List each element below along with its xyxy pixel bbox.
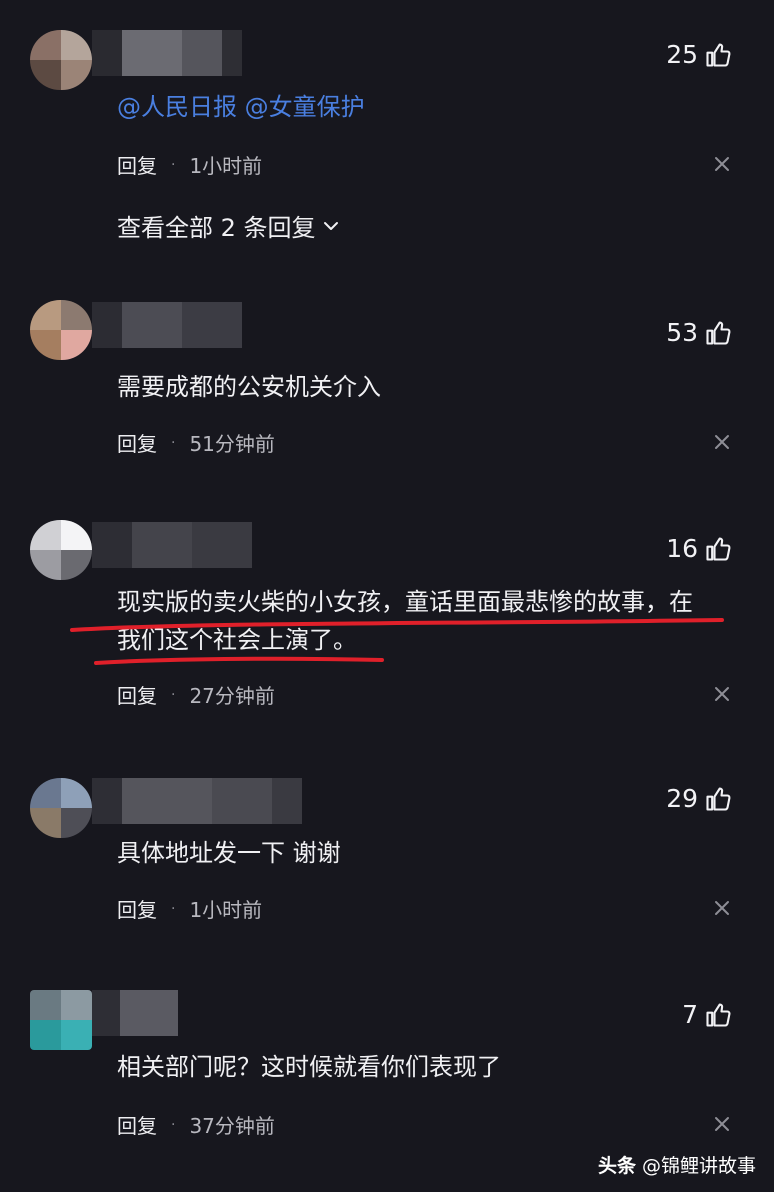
watermark: 头条 @锦鲤讲故事 <box>598 1151 756 1178</box>
thumbs-up-icon <box>704 1001 732 1029</box>
username-blurred[interactable] <box>92 990 178 1036</box>
like-button[interactable]: 29 <box>666 784 732 813</box>
red-underline-annotation <box>70 618 724 665</box>
avatar[interactable] <box>30 30 92 90</box>
watermark-brand: 头条 <box>597 1155 636 1177</box>
close-button[interactable] <box>712 898 732 918</box>
like-button[interactable]: 16 <box>666 534 732 563</box>
close-icon <box>712 898 732 918</box>
reply-button[interactable]: 回复 <box>117 680 157 709</box>
thumbs-up-icon <box>704 785 732 813</box>
separator-dot: · <box>171 1116 176 1133</box>
close-button[interactable] <box>712 154 732 174</box>
thumbs-up-icon <box>704 535 732 563</box>
like-count: 16 <box>666 534 698 563</box>
comment-time: 37分钟前 <box>189 1114 275 1138</box>
close-icon <box>712 1114 732 1134</box>
comment-meta: 回复 · 37分钟前 <box>117 1110 275 1139</box>
reply-button[interactable]: 回复 <box>117 894 157 923</box>
like-count: 25 <box>666 40 698 69</box>
reply-button[interactable]: 回复 <box>117 428 157 457</box>
comment-meta: 回复 · 51分钟前 <box>117 428 275 457</box>
separator-dot: · <box>171 686 176 703</box>
avatar[interactable] <box>30 520 92 580</box>
comment-meta: 回复 · 27分钟前 <box>117 680 275 709</box>
chevron-down-icon <box>322 217 340 235</box>
avatar[interactable] <box>30 990 92 1050</box>
like-button[interactable]: 25 <box>666 40 732 69</box>
close-button[interactable] <box>712 684 732 704</box>
close-icon <box>712 684 732 704</box>
comment-text: 需要成都的公安机关介入 <box>117 373 381 401</box>
like-count: 53 <box>666 318 698 347</box>
separator-dot: · <box>171 156 176 173</box>
separator-dot: · <box>171 900 176 917</box>
comment-text: 相关部门呢？这时候就看你们表现了 <box>117 1053 501 1081</box>
avatar[interactable] <box>30 300 92 360</box>
thumbs-up-icon <box>704 319 732 347</box>
avatar[interactable] <box>30 778 92 838</box>
comment-time: 1小时前 <box>189 154 263 178</box>
comment-meta: 回复 · 1小时前 <box>117 150 262 179</box>
close-button[interactable] <box>712 432 732 452</box>
separator-dot: · <box>171 434 176 451</box>
thumbs-up-icon <box>704 41 732 69</box>
view-all-replies-button[interactable]: 查看全部 2 条回复 <box>117 208 340 243</box>
like-button[interactable]: 53 <box>666 318 732 347</box>
username-blurred[interactable] <box>92 302 242 348</box>
comment-mentions[interactable]: @人民日报 @女童保护 <box>117 88 737 126</box>
comment-text: 具体地址发一下 谢谢 <box>117 839 341 867</box>
view-all-replies-label: 查看全部 2 条回复 <box>117 214 316 242</box>
close-icon <box>712 154 732 174</box>
like-count: 29 <box>666 784 698 813</box>
reply-button[interactable]: 回复 <box>117 150 157 179</box>
reply-button[interactable]: 回复 <box>117 1110 157 1139</box>
username-blurred[interactable] <box>92 522 252 568</box>
comment-time: 51分钟前 <box>189 432 275 456</box>
comment-time: 1小时前 <box>189 898 263 922</box>
close-button[interactable] <box>712 1114 732 1134</box>
close-icon <box>712 432 732 452</box>
like-button[interactable]: 7 <box>682 1000 732 1029</box>
comment-time: 27分钟前 <box>189 684 275 708</box>
watermark-handle: @锦鲤讲故事 <box>641 1155 756 1177</box>
username-blurred[interactable] <box>92 30 242 76</box>
like-count: 7 <box>682 1000 698 1029</box>
comment-meta: 回复 · 1小时前 <box>117 894 262 923</box>
username-blurred[interactable] <box>92 778 302 824</box>
